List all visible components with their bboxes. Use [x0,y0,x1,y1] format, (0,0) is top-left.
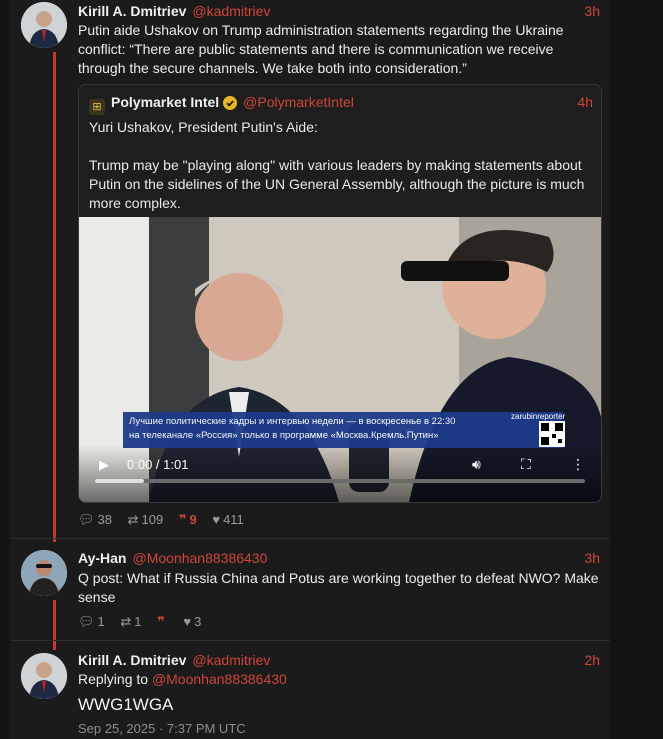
quote-icon: ❞ [178,512,187,527]
play-icon[interactable]: ▶ [99,457,109,473]
quote-count[interactable]: ❞ 9 [179,512,197,528]
quote-time[interactable]: 4h [577,93,593,111]
post-text: Putin aide Ushakov on Trump administrati… [78,22,564,76]
avatar[interactable] [21,2,67,48]
comment-icon: 💬︎ [78,512,95,527]
post-text: WWG1WGA [78,695,174,714]
reply-count[interactable]: 💬︎ 1 [78,614,105,630]
author-name[interactable]: Kirill A. Dmitriev [78,652,186,668]
ticker-line-1: Лучшие политические кадры и интервью нед… [129,416,456,427]
post-text: Q post: What if Russia China and Potus a… [78,570,599,605]
thread-connector [53,52,56,542]
more-options-icon[interactable]: ⋮ [571,456,585,473]
repost-count[interactable]: ⇄ 109 [128,512,164,528]
video-progress-fill [95,479,144,483]
video-progress-bar[interactable] [95,479,585,483]
author-name[interactable]: Kirill A. Dmitriev [78,3,186,19]
post-stats: 💬︎ 1 ⇄ 1 ❞ ♥ 3 [78,614,213,630]
post: Ay-Han @Moonhan88386430 3h Q post: What i… [78,549,600,607]
author-name[interactable]: Ay-Han [78,550,127,566]
quote-line-2: Trump may be "playing along" with variou… [89,157,585,211]
post-stats: 💬︎ 38 ⇄ 109 ❞ 9 ♥ 411 [78,512,256,528]
quote-icon: ❞ [157,614,165,629]
divider [10,640,610,641]
video-time: 0:00 / 1:01 [127,457,189,472]
quote-header: ⊞ Polymarket Intel @PolymarketIntel 4h [89,93,593,115]
avatar[interactable] [21,550,67,596]
heart-icon: ♥ [183,614,192,629]
repost-count[interactable]: ⇄ 1 [120,614,141,630]
fullscreen-icon[interactable]: ⛶ [521,456,531,473]
post-time[interactable]: 3h [584,549,600,567]
author-handle[interactable]: @Moonhan88386430 [133,550,268,566]
post-time[interactable]: 2h [584,651,600,669]
post-time[interactable]: 3h [584,2,600,20]
like-count[interactable]: ♥ 411 [212,512,243,527]
video-controls: ▶ 0:00 / 1:01 🔊︎ ⛶ ⋮ [79,445,601,502]
retweet-icon: ⇄ [127,512,139,527]
video-ticker: Лучшие политические кадры и интервью нед… [123,412,563,448]
ticker-tag: zarubinreporter [511,412,566,421]
quote-line-1: Yuri Ushakov, President Putin's Aide: [89,119,318,135]
heart-icon: ♥ [212,512,221,527]
post-date[interactable]: Sep 25, 2025 · 7:37 PM UTC [78,721,246,736]
post: Kirill A. Dmitriev @kadmitriev 3h Putin a… [78,2,600,78]
post-header: Ay-Han @Moonhan88386430 3h [78,549,600,567]
quote-avatar-icon[interactable]: ⊞ [89,99,105,115]
retweet-icon: ⇄ [120,614,132,629]
author-handle[interactable]: @kadmitriev [192,652,270,668]
like-count[interactable]: ♥ 3 [183,614,201,629]
post: Kirill A. Dmitriev @kadmitriev 2h Replyin… [78,651,600,716]
quote-count[interactable]: ❞ [157,614,168,630]
thread-connector [53,600,56,650]
verified-badge-icon [223,96,238,114]
quote-author-name[interactable]: Polymarket Intel [111,94,219,110]
replying-to-handle[interactable]: @Moonhan88386430 [152,671,287,687]
video-player[interactable]: Лучшие политические кадры и интервью нед… [79,217,601,502]
author-handle[interactable]: @kadmitriev [192,3,270,19]
reply-count[interactable]: 💬︎ 38 [78,512,112,528]
post-header: Kirill A. Dmitriev @kadmitriev 3h [78,2,600,20]
avatar[interactable] [21,653,67,699]
divider [10,538,610,539]
quote-author-handle[interactable]: @PolymarketIntel [243,94,354,110]
replying-to: Replying to @Moonhan88386430 [78,671,287,687]
ticker-line-2: на телеканале «Россия» только в программ… [129,430,439,441]
qr-code-icon [539,421,565,447]
quoted-post[interactable]: ⊞ Polymarket Intel @PolymarketIntel 4h Yur… [78,84,602,503]
quote-text: Yuri Ushakov, President Putin's Aide: Tr… [89,118,589,213]
comment-icon: 💬︎ [78,614,95,629]
volume-icon[interactable]: 🔊︎ [472,456,481,473]
thread-column: Kirill A. Dmitriev @kadmitriev 3h Putin a… [10,0,610,739]
post-header: Kirill A. Dmitriev @kadmitriev 2h [78,651,600,669]
